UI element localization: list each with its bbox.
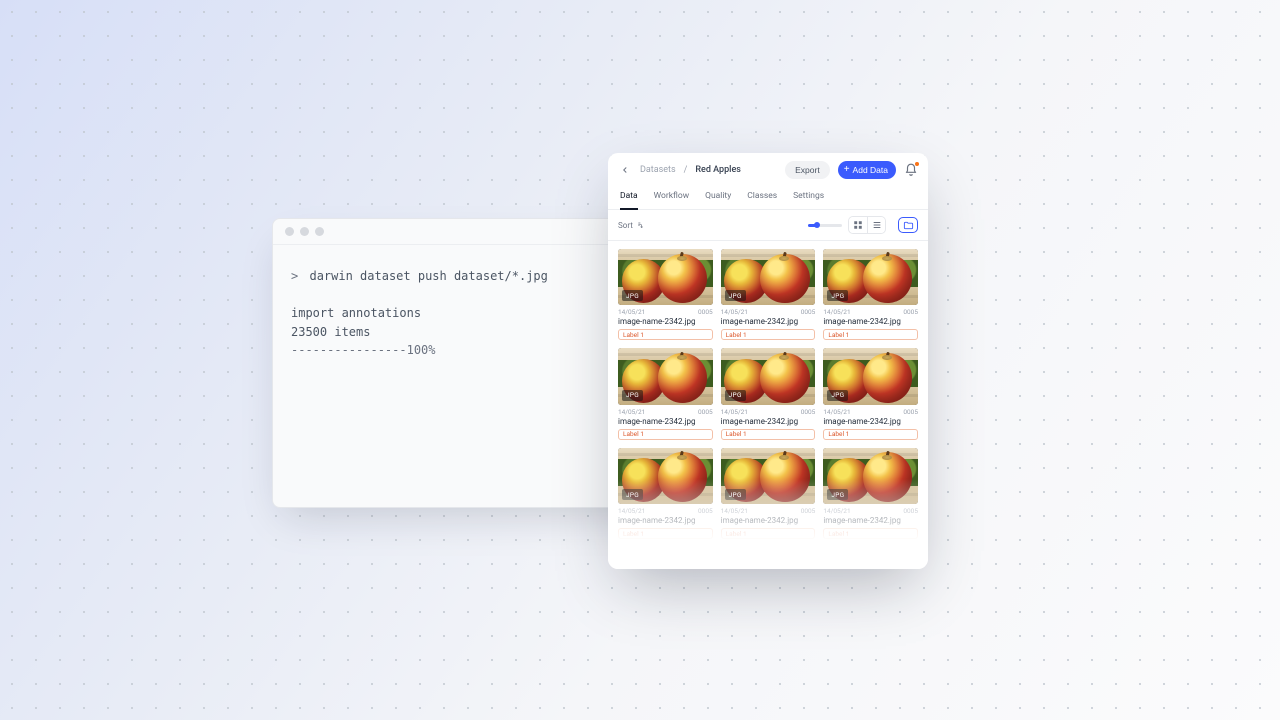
dataset-card[interactable]: JPG 14/05/21 0005 image-name-2342.jpg La… (618, 348, 713, 439)
back-icon[interactable] (618, 163, 632, 177)
dataset-card[interactable]: JPG 14/05/21 0005 image-name-2342.jpg La… (721, 448, 816, 539)
breadcrumb-root[interactable]: Datasets (640, 165, 676, 175)
export-button[interactable]: Export (785, 161, 830, 179)
card-label: Label 1 (721, 528, 816, 539)
app-header: Datasets / Red Apples Export +Add Data (608, 153, 928, 185)
format-badge: JPG (622, 290, 643, 301)
card-date: 14/05/21 (618, 507, 645, 515)
thumbnail-size-slider[interactable] (808, 224, 842, 227)
format-badge: JPG (622, 390, 643, 401)
tabs: Data Workflow Quality Classes Settings (608, 185, 928, 210)
traffic-light-close[interactable] (285, 227, 294, 236)
breadcrumb-current: Red Apples (695, 165, 741, 175)
card-index: 0005 (801, 507, 816, 515)
card-index: 0005 (801, 408, 816, 416)
card-index: 0005 (903, 308, 918, 316)
traffic-light-max[interactable] (315, 227, 324, 236)
terminal-prompt: > (291, 269, 298, 283)
toolbar: Sort (608, 210, 928, 241)
card-filename: image-name-2342.jpg (618, 417, 713, 426)
thumbnail[interactable]: JPG (721, 348, 816, 404)
card-index: 0005 (698, 507, 713, 515)
terminal-command: darwin dataset push dataset/*.jpg (309, 269, 547, 283)
card-filename: image-name-2342.jpg (618, 516, 713, 525)
card-date: 14/05/21 (618, 408, 645, 416)
card-filename: image-name-2342.jpg (823, 417, 918, 426)
traffic-light-min[interactable] (300, 227, 309, 236)
tab-quality[interactable]: Quality (705, 185, 731, 209)
thumbnail[interactable]: JPG (823, 348, 918, 404)
card-filename: image-name-2342.jpg (823, 317, 918, 326)
card-date: 14/05/21 (823, 507, 850, 515)
dataset-card[interactable]: JPG 14/05/21 0005 image-name-2342.jpg La… (721, 348, 816, 439)
dataset-card[interactable]: JPG 14/05/21 0005 image-name-2342.jpg La… (618, 249, 713, 340)
card-index: 0005 (698, 308, 713, 316)
dataset-card[interactable]: JPG 14/05/21 0005 image-name-2342.jpg La… (823, 249, 918, 340)
card-date: 14/05/21 (721, 507, 748, 515)
tab-classes[interactable]: Classes (747, 185, 777, 209)
card-filename: image-name-2342.jpg (721, 417, 816, 426)
format-badge: JPG (725, 390, 746, 401)
notifications-icon[interactable] (904, 163, 918, 177)
format-badge: JPG (827, 290, 848, 301)
format-badge: JPG (622, 489, 643, 500)
format-badge: JPG (725, 489, 746, 500)
thumbnail[interactable]: JPG (823, 249, 918, 305)
card-label: Label 1 (721, 429, 816, 440)
format-badge: JPG (827, 489, 848, 500)
thumbnail[interactable]: JPG (721, 448, 816, 504)
card-filename: image-name-2342.jpg (823, 516, 918, 525)
dataset-card[interactable]: JPG 14/05/21 0005 image-name-2342.jpg La… (823, 448, 918, 539)
card-index: 0005 (698, 408, 713, 416)
card-date: 14/05/21 (823, 308, 850, 316)
card-date: 14/05/21 (721, 408, 748, 416)
breadcrumb-sep: / (684, 165, 688, 175)
card-label: Label 1 (618, 429, 713, 440)
card-date: 14/05/21 (721, 308, 748, 316)
sort-button[interactable]: Sort (618, 221, 644, 230)
card-label: Label 1 (721, 329, 816, 340)
card-label: Label 1 (618, 329, 713, 340)
format-badge: JPG (827, 390, 848, 401)
card-label: Label 1 (823, 329, 918, 340)
add-data-label: Add Data (853, 165, 888, 175)
add-data-button[interactable]: +Add Data (838, 161, 896, 179)
dataset-app-window: Datasets / Red Apples Export +Add Data D… (608, 153, 928, 569)
thumbnail[interactable]: JPG (618, 448, 713, 504)
sort-icon (636, 221, 644, 229)
tab-data[interactable]: Data (620, 185, 638, 210)
tab-workflow[interactable]: Workflow (654, 185, 690, 209)
card-filename: image-name-2342.jpg (721, 516, 816, 525)
card-date: 14/05/21 (618, 308, 645, 316)
format-badge: JPG (725, 290, 746, 301)
thumbnail[interactable]: JPG (823, 448, 918, 504)
dataset-card[interactable]: JPG 14/05/21 0005 image-name-2342.jpg La… (721, 249, 816, 340)
terminal-line-2: 23500 items (291, 325, 370, 339)
sort-label: Sort (618, 221, 633, 230)
card-index: 0005 (903, 507, 918, 515)
dataset-card[interactable]: JPG 14/05/21 0005 image-name-2342.jpg La… (618, 448, 713, 539)
terminal-progress: ----------------100% (291, 343, 436, 357)
thumbnail[interactable]: JPG (721, 249, 816, 305)
card-label: Label 1 (823, 528, 918, 539)
view-grid-button[interactable] (849, 217, 867, 233)
plus-icon: + (844, 165, 850, 175)
dataset-grid: JPG 14/05/21 0005 image-name-2342.jpg La… (608, 241, 928, 569)
view-mode-group (848, 216, 886, 234)
card-label: Label 1 (618, 528, 713, 539)
dataset-card[interactable]: JPG 14/05/21 0005 image-name-2342.jpg La… (823, 348, 918, 439)
card-index: 0005 (903, 408, 918, 416)
terminal-line-1: import annotations (291, 306, 421, 320)
view-folder-button[interactable] (898, 217, 918, 233)
card-index: 0005 (801, 308, 816, 316)
card-filename: image-name-2342.jpg (721, 317, 816, 326)
tab-settings[interactable]: Settings (793, 185, 824, 209)
card-date: 14/05/21 (823, 408, 850, 416)
card-label: Label 1 (823, 429, 918, 440)
view-list-button[interactable] (867, 217, 885, 233)
thumbnail[interactable]: JPG (618, 249, 713, 305)
card-filename: image-name-2342.jpg (618, 317, 713, 326)
thumbnail[interactable]: JPG (618, 348, 713, 404)
